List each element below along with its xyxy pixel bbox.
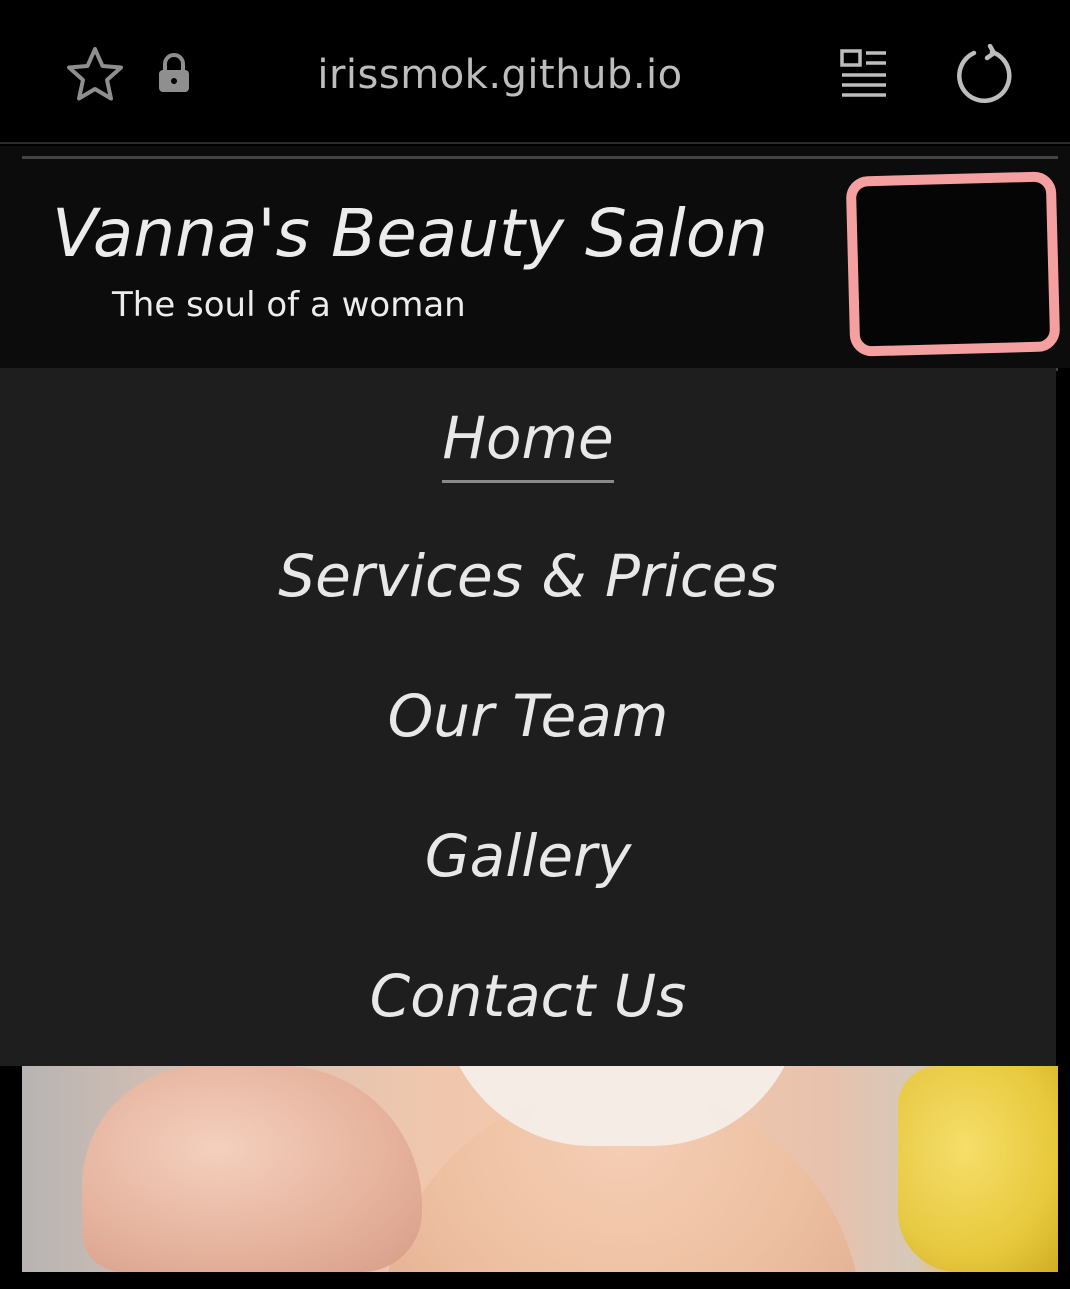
nav-item-gallery[interactable]: Gallery — [0, 806, 1056, 906]
nav-item-label: Services & Prices — [278, 542, 778, 610]
hero-image-towel — [898, 1066, 1058, 1272]
hero-image-hand — [82, 1066, 422, 1272]
nav-menu: Home Services & Prices Our Team Gallery … — [0, 368, 1056, 1066]
site-header: Vanna's Beauty Salon The soul of a woman — [0, 146, 1070, 371]
reader-mode-icon[interactable] — [836, 46, 892, 102]
header-divider-top — [22, 156, 1058, 159]
url-text[interactable]: irissmok.github.io — [240, 44, 760, 106]
star-icon[interactable] — [64, 44, 126, 106]
redacted-menu-button-outline[interactable] — [845, 171, 1061, 357]
site-title[interactable]: Vanna's Beauty Salon — [52, 186, 768, 282]
nav-item-services-prices[interactable]: Services & Prices — [0, 526, 1056, 626]
nav-item-our-team[interactable]: Our Team — [0, 666, 1056, 766]
hero-image — [22, 1066, 1058, 1272]
browser-address-bar: irissmok.github.io — [0, 0, 1070, 144]
nav-item-label: Gallery — [424, 822, 632, 890]
nav-item-contact-us[interactable]: Contact Us — [0, 946, 1056, 1046]
page: irissmok.github.io Vanna's Beauty Salon … — [0, 0, 1070, 1289]
nav-item-label: Contact Us — [369, 962, 687, 1030]
lock-icon — [156, 52, 192, 94]
site-tagline: The soul of a woman — [112, 285, 466, 325]
nav-item-label: Home — [442, 398, 614, 483]
nav-item-home[interactable]: Home — [0, 388, 1056, 488]
nav-item-label: Our Team — [387, 682, 669, 750]
reload-icon[interactable] — [952, 44, 1016, 108]
